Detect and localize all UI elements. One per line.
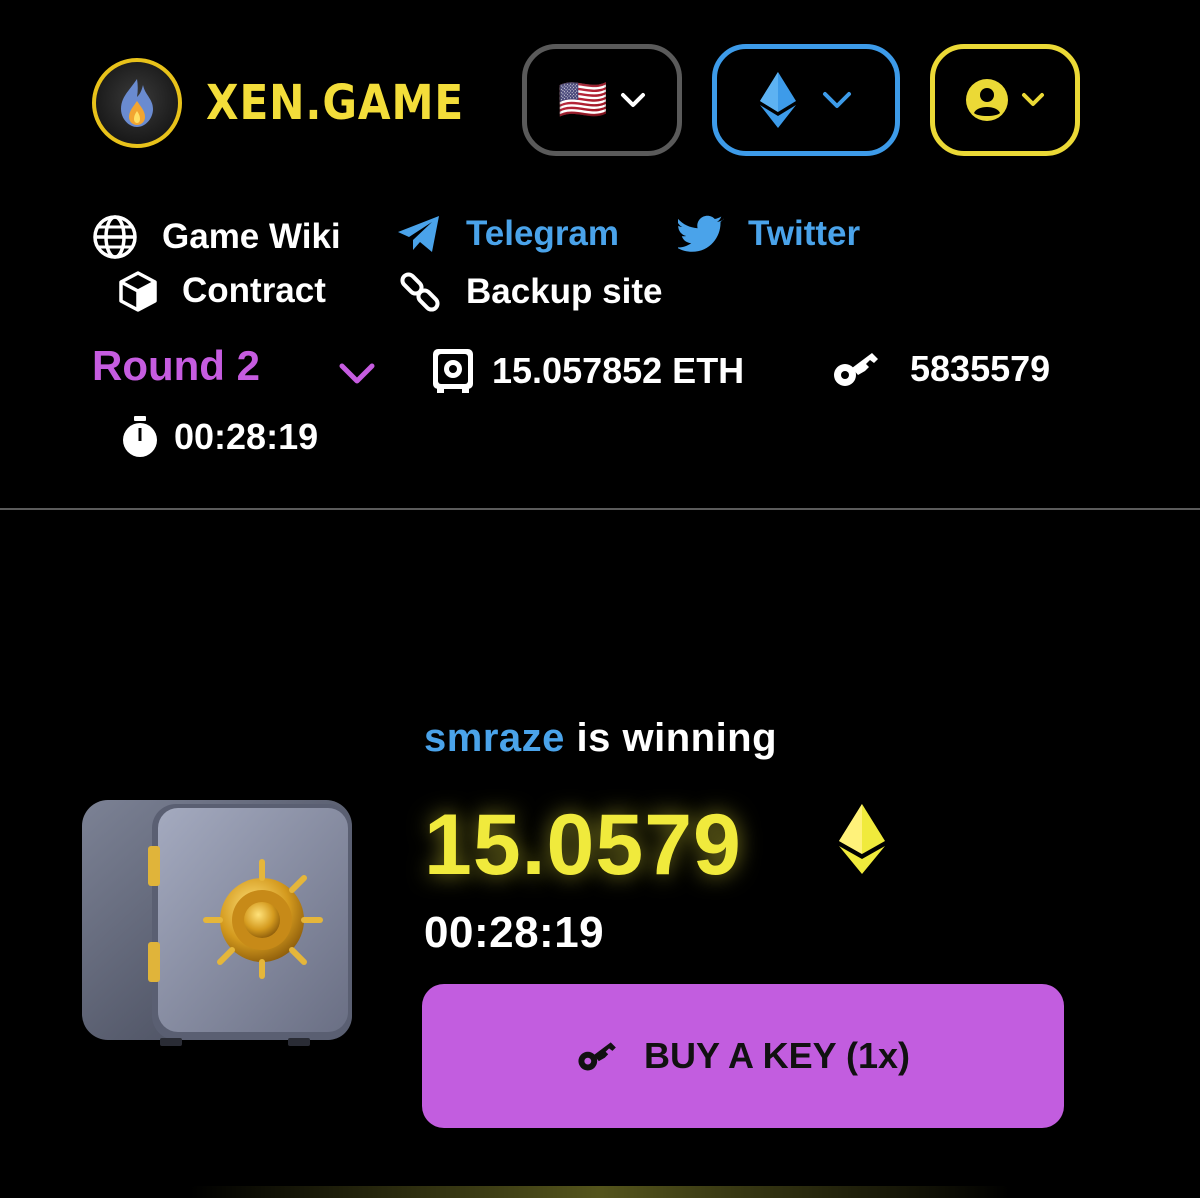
telegram-link[interactable]: Telegram <box>396 214 619 254</box>
round-timer-stat: 00:28:19 <box>120 416 318 458</box>
twitter-icon <box>678 215 724 252</box>
contract-link[interactable]: Contract <box>118 270 326 312</box>
ethereum-icon <box>760 72 796 128</box>
stopwatch-icon <box>123 416 157 457</box>
buy-key-button[interactable]: BUY A KEY (1x) <box>422 984 1064 1128</box>
backup-site-label: Backup site <box>466 272 663 311</box>
flame-logo-icon <box>92 58 182 148</box>
winner-suffix: is winning <box>576 716 778 760</box>
telegram-icon <box>398 216 439 252</box>
pot-amount: 15.0579 <box>424 797 742 893</box>
us-flag-icon: 🇺🇸 <box>558 78 608 122</box>
key-icon <box>834 353 878 386</box>
winner-text: smraze is winning <box>424 716 777 761</box>
round-selector[interactable]: Round 2 <box>92 342 260 390</box>
game-wiki-link[interactable]: Game Wiki <box>92 214 341 260</box>
round-keys-value: 5835579 <box>910 348 1051 389</box>
brand-logo[interactable]: XEN.GAME <box>92 58 499 148</box>
ethereum-icon <box>839 804 885 874</box>
account-menu[interactable] <box>930 44 1080 156</box>
round-pot-stat: 15.057852 ETH <box>432 348 744 394</box>
contract-label: Contract <box>182 271 326 310</box>
language-selector[interactable]: 🇺🇸 <box>522 44 682 156</box>
buy-key-label: BUY A KEY (1x) <box>643 1035 911 1076</box>
telegram-label: Telegram <box>466 214 620 253</box>
chevron-down-icon[interactable] <box>338 362 376 386</box>
network-selector[interactable] <box>712 44 900 156</box>
game-wiki-label: Game Wiki <box>162 217 341 256</box>
round-timer-value: 00:28:19 <box>174 416 319 457</box>
bottom-glow <box>190 1186 1010 1198</box>
winner-name[interactable]: smraze <box>424 716 565 760</box>
round-keys-stat: 5835579 <box>832 348 1050 390</box>
divider <box>0 508 1200 510</box>
brand-name: XEN.GAME <box>206 75 465 131</box>
countdown-timer: 00:28:19 <box>424 908 605 957</box>
key-icon <box>578 1042 616 1071</box>
safe-illustration <box>82 800 352 1046</box>
chevron-down-icon <box>823 92 851 108</box>
twitter-link[interactable]: Twitter <box>678 214 860 254</box>
chevron-down-icon <box>1022 93 1044 106</box>
cube-icon <box>119 271 157 312</box>
round-pot-value: 15.057852 ETH <box>492 350 745 391</box>
backup-site-link[interactable]: Backup site <box>398 270 662 314</box>
twitter-label: Twitter <box>748 214 861 253</box>
link-chain-icon <box>400 272 440 312</box>
user-avatar-icon <box>966 79 1008 121</box>
vault-icon <box>433 349 473 393</box>
globe-icon <box>93 215 137 259</box>
page: XEN.GAME 🇺🇸 Game Wiki Telegram Twitter C… <box>0 0 1200 1198</box>
chevron-down-icon <box>620 93 645 107</box>
